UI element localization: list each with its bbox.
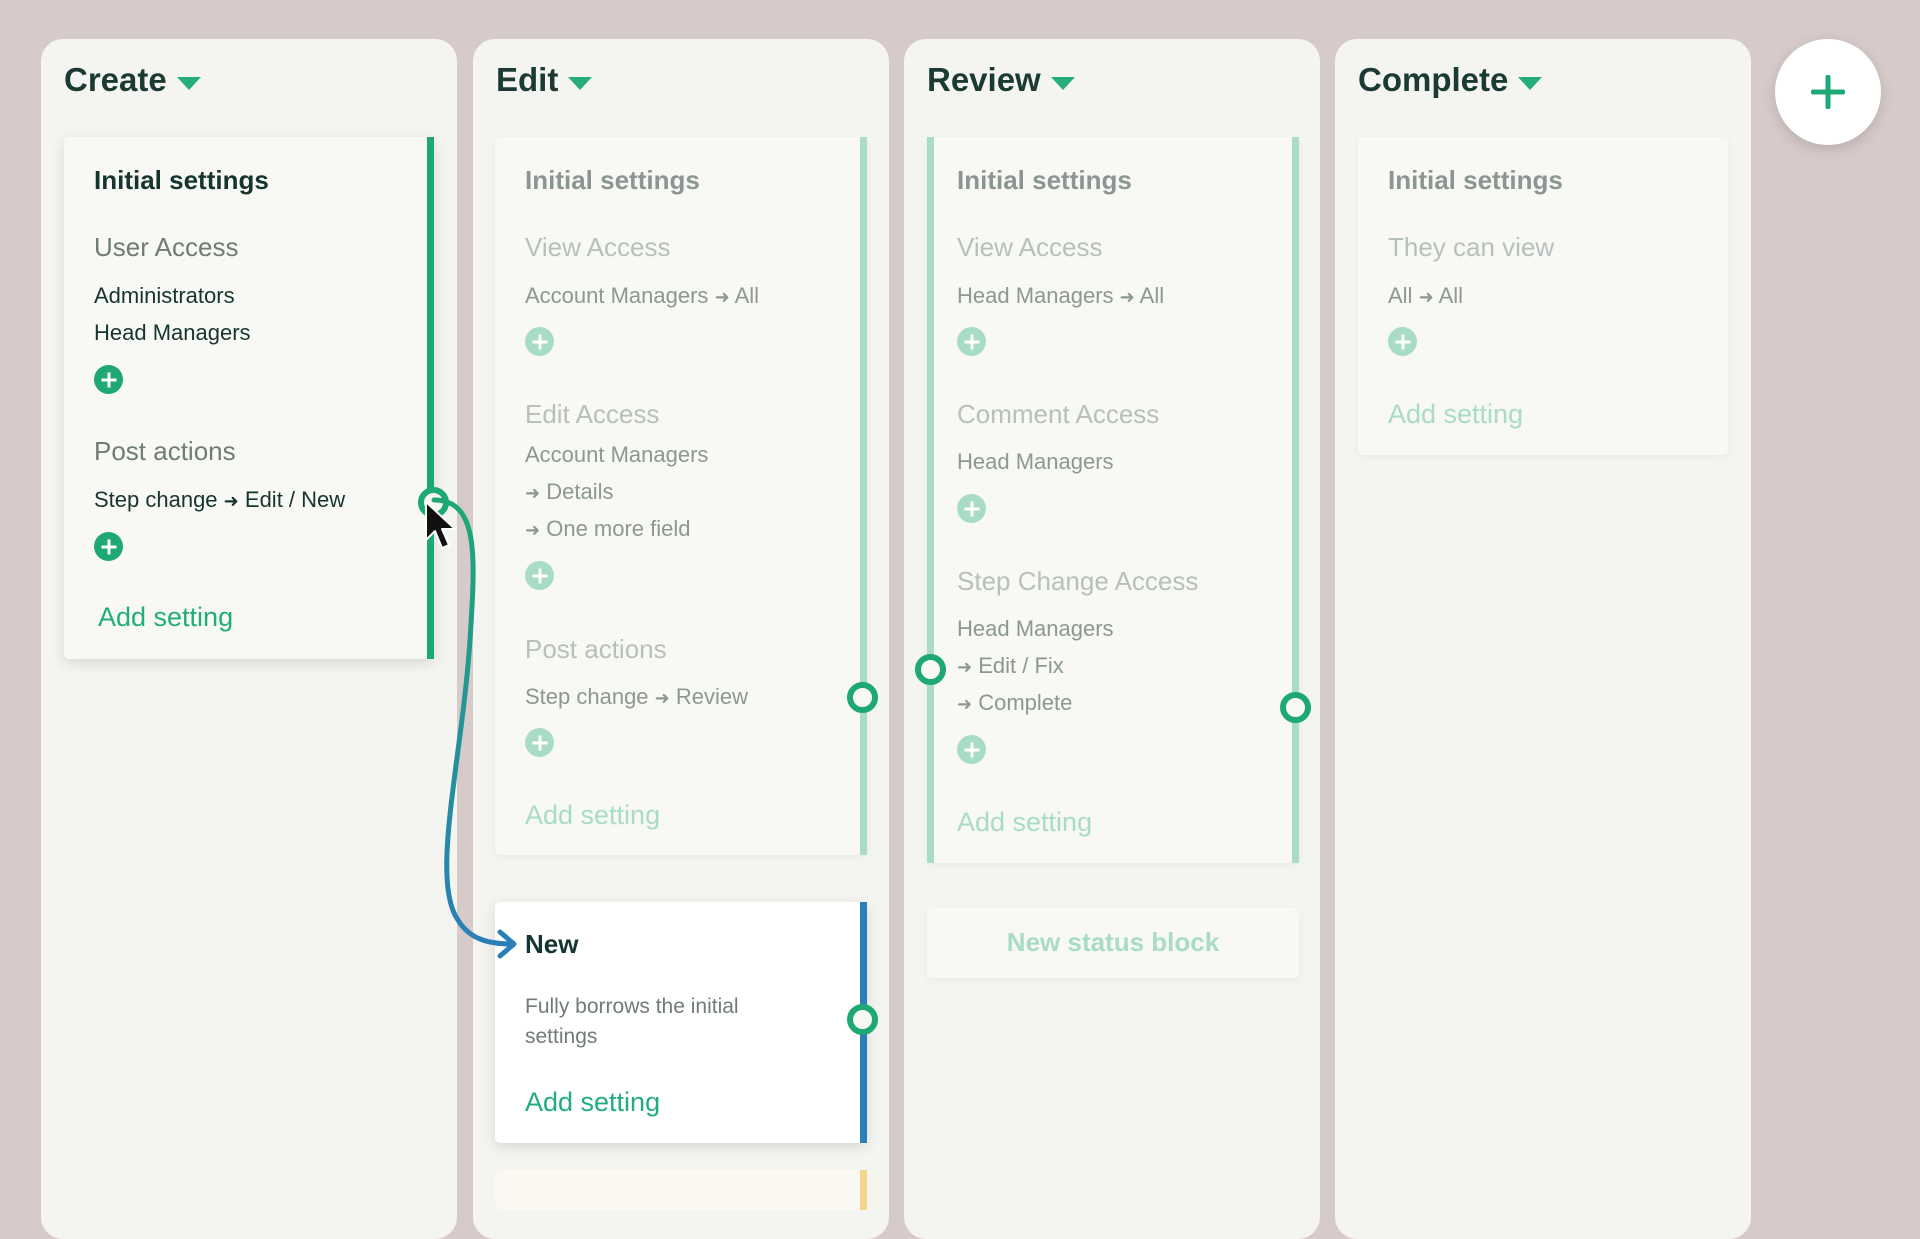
arrow-right-icon: ➜ — [525, 483, 541, 503]
setting-item[interactable]: Head Managers — [957, 449, 1114, 475]
section-title: Edit Access — [525, 399, 660, 429]
status-card-review[interactable]: Initial settings View Access Head Manage… — [927, 137, 1299, 863]
item-text: Edit / New — [244, 487, 346, 512]
section-title: User Access — [94, 232, 239, 262]
add-item-button[interactable] — [957, 494, 986, 523]
column-header[interactable]: Complete — [1358, 61, 1543, 99]
card-accent-bar — [1292, 137, 1299, 863]
new-status-block-label: New status block — [1006, 927, 1220, 957]
arrow-right-icon: ➜ — [957, 657, 973, 677]
status-card-complete[interactable]: Initial settings They can view All ➜ All… — [1358, 137, 1728, 455]
item-text: Step change — [525, 684, 649, 709]
add-item-button[interactable] — [957, 327, 986, 356]
connector-node[interactable] — [1280, 692, 1311, 723]
setting-item[interactable]: Administrators — [94, 283, 235, 309]
section-title: Post actions — [525, 634, 667, 664]
status-card-edit[interactable]: Initial settings View Access Account Man… — [495, 137, 867, 855]
add-setting-link[interactable]: Add setting — [525, 800, 660, 831]
add-item-button[interactable] — [1388, 327, 1417, 356]
arrow-right-icon: ➜ — [223, 491, 239, 511]
add-setting-link[interactable]: Add setting — [98, 602, 233, 633]
chevron-down-icon[interactable] — [1050, 76, 1075, 90]
column-header[interactable]: Edit — [496, 61, 593, 99]
setting-item[interactable]: Account Managers — [525, 442, 708, 468]
card-accent-bar — [927, 137, 934, 863]
card-heading: Initial settings — [525, 165, 700, 195]
status-card-new[interactable]: New Fully borrows the initial settings A… — [495, 902, 867, 1143]
item-text: Step change — [94, 487, 218, 512]
setting-item[interactable]: ➜ Complete — [957, 690, 1072, 716]
setting-item[interactable]: Head Managers ➜ All — [957, 283, 1164, 309]
card-accent-bar — [860, 1170, 867, 1210]
connector-node[interactable] — [847, 1004, 878, 1035]
item-text: All — [734, 283, 760, 308]
connector-node[interactable] — [847, 682, 878, 713]
column-header[interactable]: Create — [64, 61, 201, 99]
card-heading: Initial settings — [957, 165, 1132, 195]
add-setting-link[interactable]: Add setting — [957, 807, 1092, 838]
item-text: Review — [675, 684, 749, 709]
add-setting-link[interactable]: Add setting — [525, 1087, 660, 1118]
add-item-button[interactable] — [525, 327, 554, 356]
section-title: Comment Access — [957, 399, 1160, 429]
connector-node[interactable] — [915, 654, 946, 685]
arrow-right-icon: ➜ — [525, 520, 541, 540]
add-item-button[interactable] — [525, 728, 554, 757]
status-card-peek[interactable] — [495, 1170, 867, 1210]
chevron-down-icon[interactable] — [1518, 76, 1543, 90]
arrow-right-icon: ➜ — [957, 694, 973, 714]
chevron-down-icon[interactable] — [568, 76, 593, 90]
arrow-right-icon: ➜ — [654, 688, 670, 708]
add-item-button[interactable] — [525, 561, 554, 590]
arrow-right-icon: ➜ — [1119, 287, 1135, 307]
section-title: Step Change Access — [957, 566, 1199, 596]
card-heading: Initial settings — [94, 165, 269, 195]
column-title: Edit — [496, 61, 559, 98]
item-text: Details — [546, 479, 614, 504]
column-title: Create — [64, 61, 167, 98]
card-accent-bar — [860, 137, 867, 855]
column-title: Review — [927, 61, 1041, 98]
section-title: View Access — [525, 232, 671, 262]
item-text: Account Managers — [525, 283, 709, 308]
setting-item[interactable]: All ➜ All — [1388, 283, 1463, 309]
setting-item[interactable]: Step change ➜ Edit / New — [94, 487, 345, 513]
add-item-button[interactable] — [94, 365, 123, 394]
mouse-cursor-icon — [425, 501, 456, 549]
chevron-down-icon[interactable] — [176, 76, 201, 90]
section-title: View Access — [957, 232, 1103, 262]
section-title: They can view — [1388, 232, 1555, 262]
card-accent-bar — [427, 137, 434, 659]
item-text: Complete — [978, 690, 1073, 715]
setting-item[interactable]: ➜ One more field — [525, 516, 691, 542]
section-title: Post actions — [94, 436, 236, 466]
setting-item[interactable]: Head Managers — [94, 320, 251, 346]
setting-item[interactable]: Head Managers — [957, 616, 1114, 642]
add-item-button[interactable] — [94, 532, 123, 561]
add-column-button[interactable] — [1775, 39, 1881, 145]
status-card-create[interactable]: Initial settings User Access Administrat… — [64, 137, 434, 659]
item-text: All — [1438, 283, 1464, 308]
item-text: One more field — [546, 516, 691, 541]
setting-item[interactable]: Step change ➜ Review — [525, 684, 748, 710]
item-text: Head Managers — [957, 283, 1114, 308]
card-heading: Initial settings — [1388, 165, 1563, 195]
new-status-block-button[interactable]: New status block — [927, 908, 1299, 978]
arrow-right-icon: ➜ — [714, 287, 730, 307]
column-title: Complete — [1358, 61, 1509, 98]
item-text: Edit / Fix — [978, 653, 1064, 678]
card-description: Fully borrows the initial settings — [525, 995, 739, 1048]
setting-item[interactable]: ➜ Edit / Fix — [957, 653, 1064, 679]
setting-item[interactable]: ➜ Details — [525, 479, 613, 505]
setting-item[interactable]: Account Managers ➜ All — [525, 283, 759, 309]
add-setting-link[interactable]: Add setting — [1388, 399, 1523, 430]
item-text: All — [1139, 283, 1165, 308]
add-item-button[interactable] — [957, 735, 986, 764]
column-header[interactable]: Review — [927, 61, 1075, 99]
arrow-right-icon: ➜ — [1418, 287, 1434, 307]
item-text: All — [1388, 283, 1413, 308]
card-heading: New — [525, 929, 579, 959]
